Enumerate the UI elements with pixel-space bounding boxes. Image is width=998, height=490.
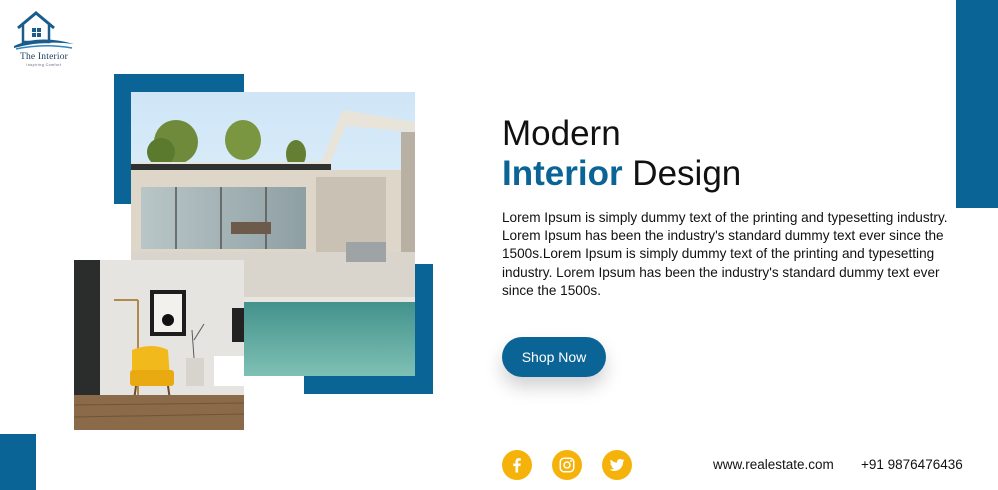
brand-tagline: Inspiring Comfort — [26, 63, 62, 67]
brand-name: The Interior — [19, 52, 69, 62]
brand-logo[interactable]: The Interior Inspiring Comfort — [8, 10, 80, 68]
headline-highlight: Interior — [502, 154, 623, 193]
website-link[interactable]: www.realestate.com — [713, 457, 834, 472]
headline-line1: Modern — [502, 114, 621, 153]
twitter-icon — [609, 458, 625, 471]
twitter-link[interactable] — [602, 450, 632, 480]
shop-now-button[interactable]: Shop Now — [502, 337, 606, 377]
hero-description: Lorem Ipsum is simply dummy text of the … — [502, 210, 948, 298]
accent-bar-bottom-left — [0, 434, 36, 490]
house-logo-icon — [14, 11, 74, 50]
living-room-photo — [74, 260, 244, 430]
headline-rest: Design — [622, 154, 742, 193]
instagram-link[interactable] — [552, 450, 582, 480]
facebook-icon — [513, 458, 521, 473]
headline-line2: Interior Design — [502, 154, 741, 194]
hero-headline: Modern Interior Design — [502, 114, 741, 194]
accent-bar-right — [956, 0, 998, 208]
instagram-icon — [559, 457, 575, 473]
facebook-link[interactable] — [502, 450, 532, 480]
phone-number[interactable]: +91 9876476436 — [861, 457, 963, 472]
